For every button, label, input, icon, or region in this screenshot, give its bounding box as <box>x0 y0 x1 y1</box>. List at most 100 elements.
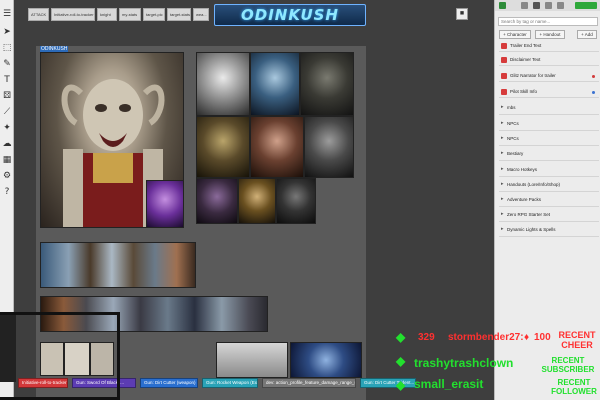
handout-glitz-narrator[interactable]: Glitz Narrator for trailer <box>499 70 599 82</box>
folder-bestiary[interactable]: ▸ Bestiary <box>499 146 599 161</box>
chevron-right-icon: ▸ <box>501 226 504 232</box>
tab-my-stats[interactable]: my-stats <box>119 8 141 21</box>
pointer-icon[interactable]: ➤ <box>1 26 13 38</box>
mech-image-2[interactable] <box>290 342 362 378</box>
blue-alien-portrait[interactable] <box>250 52 300 116</box>
handout-label: Glitz Narrator for trailer <box>510 73 556 78</box>
journal-search-input[interactable]: Search by tag or name... <box>498 17 598 26</box>
journal-tab-icon[interactable] <box>533 2 540 9</box>
folder-label: NPCs <box>507 136 519 141</box>
settings-icon[interactable]: ⚙ <box>1 170 13 182</box>
macro-dev-action-profile[interactable]: dev: action_profile_feature_damage_range… <box>262 378 356 388</box>
handout-icon <box>501 89 507 95</box>
folder-handouts-lore[interactable]: ▸ Handouts (Lore/Info/Shop) <box>499 177 599 192</box>
fog-icon[interactable]: ☁ <box>1 138 13 150</box>
handout-trailer-end-text[interactable]: Trailer End Text <box>499 40 599 52</box>
stream-overlay-frame <box>0 312 120 400</box>
folder-dynamic-lights[interactable]: ▸ Dynamic Lights & Spells <box>499 222 599 237</box>
overlay-follower-name: stormbender27: <box>448 332 524 343</box>
folder-npcs[interactable]: ▸ NPCs <box>499 116 599 131</box>
drop-icon: ♦ <box>524 332 530 343</box>
handout-icon <box>501 43 507 49</box>
folder-label: Zero RPG Starter Set <box>507 212 551 217</box>
text-icon[interactable]: T <box>1 74 13 86</box>
dark-alien-portrait[interactable] <box>300 52 354 116</box>
folder-zero-rpg-starter[interactable]: ▸ Zero RPG Starter Set <box>499 207 599 222</box>
overlay-small-number: 329 <box>418 332 435 343</box>
art-tab-icon[interactable] <box>521 2 528 9</box>
menu-icon[interactable]: ☰ <box>1 8 13 20</box>
add-character-button[interactable]: + Character <box>499 30 531 39</box>
help-icon[interactable]: ? <box>1 186 13 198</box>
recent-cheer-label: RECENT CHEER <box>558 330 596 350</box>
status-dot-red <box>592 75 595 78</box>
jukebox-tab-icon[interactable] <box>557 2 564 9</box>
vtt-window: ☰ ➤ ⬚ ✎ T ⚄ ⟋ ✦ ☁ ▦ ⚙ ? ATTACK Initiativ… <box>0 0 600 400</box>
folder-label: Dynamic Lights & Spells <box>507 227 556 232</box>
overlay-bits-icon: ◆ <box>396 330 406 344</box>
tab-target-stats[interactable]: target-stats <box>167 8 191 21</box>
compendium-tab-icon[interactable] <box>545 2 552 9</box>
overlay-bits-icon-2: ◆ <box>396 354 406 368</box>
light-icon[interactable]: ✦ <box>1 122 13 134</box>
macro-dirt-cutter-trident[interactable]: Gun: Dirt Cutter Trident... <box>360 378 416 388</box>
chevron-right-icon: ▸ <box>501 150 504 156</box>
folder-adventure-packs[interactable]: ▸ Adventure Packs <box>499 192 599 207</box>
folder-macro-hotkeys[interactable]: ▸ Macro Hotkeys <box>499 162 599 177</box>
tab-initiative[interactable]: Initiative-roll-to-tracker <box>51 8 95 21</box>
chevron-right-icon: ▸ <box>501 104 504 110</box>
overlay-subs-count: 100 <box>534 332 551 343</box>
overlay-sub-name: small_erasit <box>414 377 484 391</box>
folder-label: Handouts (Lore/Info/Shop) <box>507 182 561 187</box>
add-handout-button[interactable]: + Handout <box>535 30 565 39</box>
macro-dirt-cutter-start[interactable]: Gun: Dirt Cutter (weapon) Start <box>140 378 198 388</box>
chevron-right-icon: ▸ <box>501 181 504 187</box>
chat-tab-icon[interactable] <box>499 2 506 9</box>
add-folder-button[interactable]: + Add <box>577 30 597 39</box>
overlay-cheer-name: trashytrashclown <box>414 356 514 370</box>
queen-alien-portrait[interactable] <box>238 178 276 224</box>
settings-tab-icon[interactable] <box>575 2 597 9</box>
chevron-right-icon: ▸ <box>501 211 504 217</box>
folder-npcs-2[interactable]: ▸ NPCs <box>499 131 599 146</box>
grey-alien-portrait[interactable] <box>304 116 354 178</box>
armored-alien-portrait[interactable] <box>276 178 316 224</box>
status-dot-blue <box>592 91 595 94</box>
overlay-bits-icon-3: ◆ <box>396 378 406 392</box>
token-strip-1[interactable] <box>40 242 196 288</box>
select-icon[interactable]: ⬚ <box>1 42 13 54</box>
draw-icon[interactable]: ✎ <box>1 58 13 70</box>
measure-icon[interactable]: ⟋ <box>1 106 13 118</box>
handout-label: Disclaimer Text <box>510 57 541 62</box>
mech-image-1[interactable] <box>216 342 288 378</box>
tab-target-pic[interactable]: target-pic <box>143 8 165 21</box>
handout-pilot-skill-info[interactable]: Pilot Skill Info <box>499 86 599 98</box>
folder-label: Bestiary <box>507 151 524 156</box>
purple-alien-token[interactable] <box>146 180 184 228</box>
tab-attack[interactable]: ATTACK <box>28 8 49 21</box>
brand-logo: ODINKUSH <box>214 4 366 26</box>
tab-weapon[interactable]: wea... <box>193 8 209 21</box>
ornate-alien-portrait[interactable] <box>196 116 250 178</box>
handout-label: Trailer End Text <box>510 43 542 48</box>
folder-mbs[interactable]: ▸ mbs <box>499 100 599 115</box>
map-icon[interactable]: ▦ <box>1 154 13 166</box>
recent-follower-label: RECENT FOLLOWER <box>551 378 597 396</box>
recent-subscriber-label: RECENT SUBSCRIBER <box>541 356 595 374</box>
warrior-alien-portrait[interactable] <box>250 116 304 178</box>
folder-label: mbs <box>507 105 516 110</box>
handout-label: Pilot Skill Info <box>510 89 538 94</box>
chevron-right-icon: ▸ <box>501 196 504 202</box>
dice-icon[interactable]: ⚄ <box>1 90 13 102</box>
folder-label: Adventure Packs <box>507 197 542 202</box>
hooded-alien-portrait[interactable] <box>196 178 238 224</box>
tab-knight[interactable]: knight <box>97 8 117 21</box>
pale-alien-portrait[interactable] <box>196 52 250 116</box>
stop-square-icon[interactable]: ■ <box>456 8 468 20</box>
macro-rocket-weapon[interactable]: Gun: Rocket Weapon (Ext-Mod) <box>202 378 258 388</box>
handout-icon <box>501 57 507 63</box>
handout-disclaimer-text[interactable]: Disclaimer Text <box>499 54 599 66</box>
chevron-right-icon: ▸ <box>501 120 504 126</box>
chevron-right-icon: ▸ <box>501 166 504 172</box>
folder-label: NPCs <box>507 121 519 126</box>
